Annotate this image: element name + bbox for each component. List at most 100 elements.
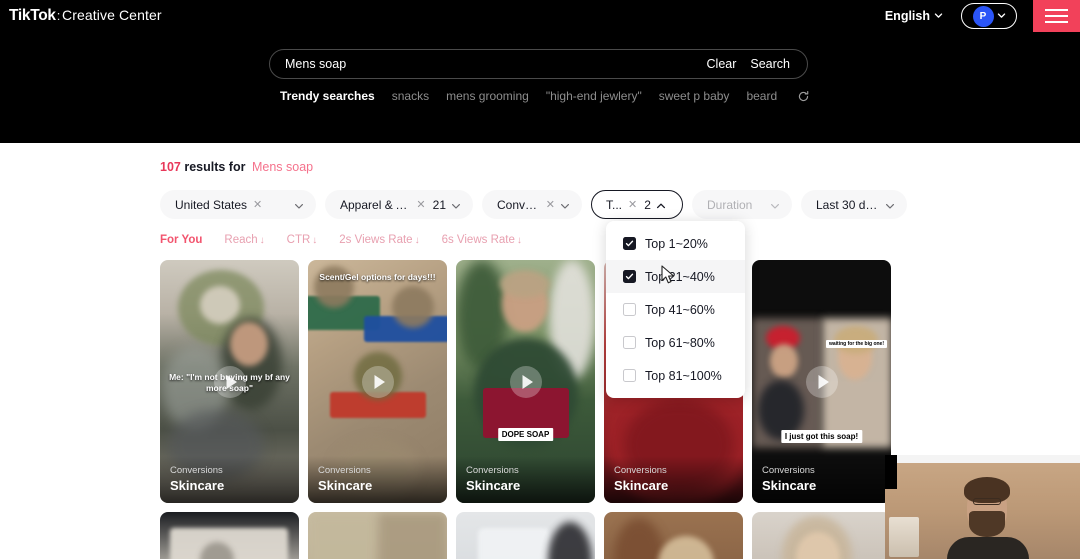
filter-period-label: Last 30 days xyxy=(816,197,880,212)
video-category: Skincare xyxy=(614,478,669,493)
sort-6s-views-rate[interactable]: 6s Views Rate ↓ xyxy=(442,234,522,246)
chevron-down-icon xyxy=(294,200,304,210)
play-icon[interactable] xyxy=(213,365,247,399)
account-switcher[interactable]: P xyxy=(961,3,1017,29)
dropdown-option-label: Top 61~80% xyxy=(645,335,715,350)
video-category: Skincare xyxy=(318,478,373,493)
dropdown-option-label: Top 1~20% xyxy=(645,236,708,251)
video-thumbnail xyxy=(456,512,595,559)
filter-top-ads[interactable]: T... ✕ 2 xyxy=(591,190,683,219)
top-ads-dropdown-menu[interactable]: Top 1~20% Top 21~40% Top 41~60% Top 61~8… xyxy=(606,221,745,398)
video-objective: Conversions xyxy=(170,465,223,476)
clear-icon[interactable]: ✕ xyxy=(253,198,262,211)
video-card-meta: Conversions Skincare xyxy=(752,456,891,503)
video-card[interactable]: Scent/Gel options for days!!! Conversion… xyxy=(308,260,447,503)
sort-label: 2s Views Rate xyxy=(339,234,413,246)
webcam-top-bar xyxy=(897,455,1080,463)
video-objective: Conversions xyxy=(614,465,667,476)
mouse-cursor-icon xyxy=(661,265,678,285)
results-keyword: Mens soap xyxy=(251,160,314,174)
dropdown-option-top-81-100[interactable]: Top 81~100% xyxy=(606,359,745,392)
sort-label: CTR xyxy=(286,234,311,246)
trendy-tag-2[interactable]: "high-end jewlery" xyxy=(546,89,642,103)
video-card[interactable] xyxy=(308,512,447,559)
video-card-meta: Conversions Skincare xyxy=(308,456,447,503)
checkbox-unchecked-icon[interactable] xyxy=(623,369,636,382)
sort-arrow-icon: ↓ xyxy=(414,234,420,246)
webcam-shelf xyxy=(889,517,919,557)
checkbox-unchecked-icon[interactable] xyxy=(623,303,636,316)
chevron-down-icon xyxy=(560,200,570,210)
video-category: Skincare xyxy=(762,478,817,493)
search-input[interactable] xyxy=(270,57,707,71)
clear-button[interactable]: Clear xyxy=(707,57,737,71)
filter-category[interactable]: Apparel & Ac... ✕ 21 xyxy=(325,190,473,219)
hamburger-menu-icon[interactable] xyxy=(1033,0,1080,32)
language-label: English xyxy=(884,9,930,23)
trendy-tag-1[interactable]: mens grooming xyxy=(446,89,529,103)
dropdown-option-top-1-20[interactable]: Top 1~20% xyxy=(606,227,745,260)
header-right-controls: English P xyxy=(885,0,1080,32)
play-icon[interactable] xyxy=(805,365,839,399)
sort-label: 6s Views Rate xyxy=(441,234,515,246)
trendy-tag-0[interactable]: snacks xyxy=(392,89,429,103)
clear-icon[interactable]: ✕ xyxy=(416,198,425,211)
play-icon[interactable] xyxy=(361,365,395,399)
menu-line xyxy=(1045,15,1068,17)
filter-category-count: 21 xyxy=(432,197,446,212)
checkbox-checked-icon[interactable] xyxy=(623,270,636,283)
dropdown-option-top-61-80[interactable]: Top 61~80% xyxy=(606,326,745,359)
video-category: Skincare xyxy=(170,478,225,493)
sort-ctr[interactable]: CTR ↓ xyxy=(287,234,318,246)
search-bar[interactable]: Clear Search xyxy=(269,49,808,79)
clear-icon[interactable]: ✕ xyxy=(546,198,555,211)
filter-objective[interactable]: Conver... ✕ xyxy=(482,190,582,219)
clear-icon[interactable]: ✕ xyxy=(628,198,637,211)
filter-country[interactable]: United States ✕ xyxy=(160,190,316,219)
checkbox-checked-icon[interactable] xyxy=(623,237,636,250)
video-card[interactable] xyxy=(752,512,891,559)
chevron-down-icon xyxy=(770,200,780,210)
video-card[interactable]: Me: "I'm not buying my bf any more soap"… xyxy=(160,260,299,503)
checkbox-unchecked-icon[interactable] xyxy=(623,336,636,349)
chevron-down-icon xyxy=(451,200,461,210)
filter-duration[interactable]: Duration xyxy=(692,190,792,219)
header-top-bar: TikTok : Creative Center English P xyxy=(0,0,1080,32)
logo-subtitle-text: Creative Center xyxy=(62,7,162,23)
video-objective: Conversions xyxy=(762,465,815,476)
sort-for-you[interactable]: For You xyxy=(160,234,202,246)
search-button[interactable]: Search xyxy=(750,57,790,71)
dropdown-option-top-41-60[interactable]: Top 41~60% xyxy=(606,293,745,326)
video-caption: Scent/Gel options for days!!! xyxy=(319,272,436,282)
sort-arrow-icon: ↓ xyxy=(259,234,265,246)
video-card[interactable] xyxy=(604,512,743,559)
video-card[interactable] xyxy=(160,512,299,559)
filter-objective-label: Conver... xyxy=(497,197,540,212)
video-results-grid: Me: "I'm not buying my bf any more soap"… xyxy=(160,260,930,559)
refresh-icon[interactable] xyxy=(797,90,810,103)
chevron-up-icon xyxy=(656,200,666,210)
sort-2s-views-rate[interactable]: 2s Views Rate ↓ xyxy=(339,234,419,246)
results-count: 107 xyxy=(160,160,181,174)
play-icon[interactable] xyxy=(509,365,543,399)
sort-reach[interactable]: Reach ↓ xyxy=(224,234,264,246)
video-card[interactable]: waiting for the big one! I just got this… xyxy=(752,260,891,503)
menu-line xyxy=(1045,9,1068,11)
webcam-left-bar xyxy=(885,455,897,489)
tiktok-creative-center-logo[interactable]: TikTok : Creative Center xyxy=(9,7,162,25)
video-thumbnail xyxy=(752,512,891,559)
logo-brand-text: TikTok xyxy=(9,7,56,24)
video-card[interactable] xyxy=(456,512,595,559)
filter-bar: United States ✕ Apparel & Ac... ✕ 21 Con… xyxy=(160,190,907,219)
page-header: TikTok : Creative Center English P Mens … xyxy=(0,0,1080,143)
video-thumbnail xyxy=(308,512,447,559)
filter-period[interactable]: Last 30 days xyxy=(801,190,907,219)
results-for-label: results for xyxy=(184,160,246,174)
video-card[interactable]: DOPE SOAP Conversions Skincare xyxy=(456,260,595,503)
trendy-searches: Trendy searches snacks mens grooming "hi… xyxy=(280,88,810,104)
filter-country-label: United States xyxy=(175,197,248,212)
chevron-down-icon xyxy=(885,200,895,210)
trendy-tag-3[interactable]: sweet p baby xyxy=(659,89,730,103)
trendy-tag-4[interactable]: beard xyxy=(746,89,777,103)
language-selector[interactable]: English xyxy=(885,9,943,23)
